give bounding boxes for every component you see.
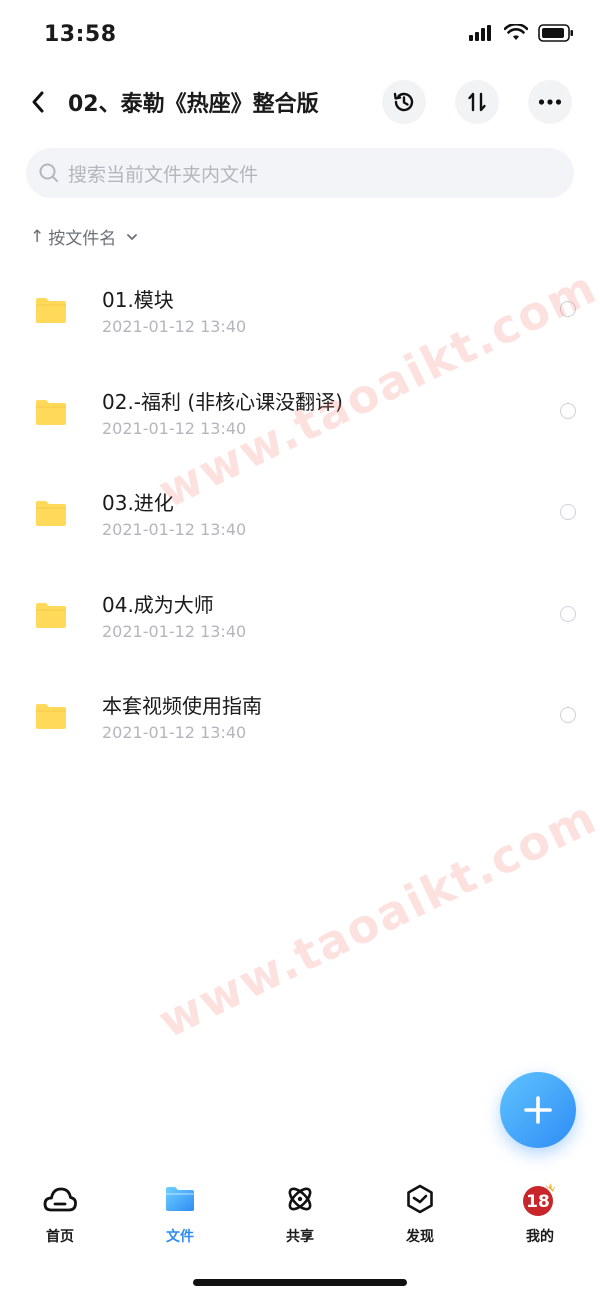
search-input[interactable]: 搜索当前文件夹内文件 xyxy=(26,148,574,198)
sort-button[interactable] xyxy=(455,80,499,124)
status-icons xyxy=(468,24,574,42)
tab-mine[interactable]: 18 我的 xyxy=(480,1180,600,1250)
tab-files[interactable]: 文件 xyxy=(120,1180,240,1250)
nav-bar: 02、泰勒《热座》整合版 xyxy=(0,78,600,126)
tab-share[interactable]: 共享 xyxy=(240,1180,360,1250)
folder-icon xyxy=(36,501,66,526)
home-indicator xyxy=(193,1279,407,1286)
cloud-icon xyxy=(43,1187,77,1212)
tab-label: 我的 xyxy=(526,1229,554,1245)
select-radio[interactable] xyxy=(560,707,576,723)
sort-selector[interactable]: ↑ 按文件名 xyxy=(30,224,138,249)
back-icon xyxy=(32,91,44,113)
file-name: 04.成为大师 xyxy=(102,592,214,617)
sort-icon xyxy=(468,92,486,112)
file-date: 2021-01-12 13:40 xyxy=(102,520,247,539)
svg-text:18: 18 xyxy=(526,1192,550,1212)
chevron-down-icon xyxy=(127,233,138,240)
search-placeholder: 搜索当前文件夹内文件 xyxy=(68,163,259,186)
folder-icon xyxy=(36,298,66,323)
folder-icon xyxy=(36,399,66,425)
list-item[interactable]: 03.进化 2021-01-12 13:40 xyxy=(0,459,600,561)
folder-icon xyxy=(166,1187,194,1211)
wifi-icon xyxy=(504,24,528,40)
page-title: 02、泰勒《热座》整合版 xyxy=(68,92,319,117)
file-name: 01.模块 xyxy=(102,288,174,312)
tab-label: 共享 xyxy=(286,1229,314,1245)
tab-label: 文件 xyxy=(166,1229,194,1245)
select-radio[interactable] xyxy=(560,402,576,419)
tab-label: 首页 xyxy=(46,1229,74,1245)
file-date: 2021-01-12 13:40 xyxy=(102,723,247,742)
plus-icon xyxy=(524,1096,552,1124)
status-bar: 13:58 xyxy=(0,0,600,70)
sort-label: 按文件名 xyxy=(48,229,117,249)
tab-home[interactable]: 首页 xyxy=(0,1180,120,1250)
back-button[interactable] xyxy=(20,82,56,122)
history-icon xyxy=(393,92,414,112)
file-name: 本套视频使用指南 xyxy=(102,694,262,718)
signal-icon xyxy=(469,25,491,41)
folder-icon xyxy=(36,602,66,628)
list-item[interactable]: 本套视频使用指南 2021-01-12 13:40 xyxy=(0,662,600,764)
avatar: 18 xyxy=(523,1183,555,1216)
discover-icon xyxy=(407,1184,433,1214)
select-radio[interactable] xyxy=(560,504,576,520)
watermark: www.taoaikt.com xyxy=(150,789,600,1049)
folder-icon xyxy=(36,704,66,729)
tab-bar: 首页 文件 共享 发现 18 我的 xyxy=(0,1180,600,1260)
share-orbit-icon xyxy=(288,1187,312,1211)
file-date: 2021-01-12 13:40 xyxy=(102,317,247,336)
more-icon xyxy=(538,99,562,105)
add-button[interactable] xyxy=(500,1072,576,1148)
more-button[interactable] xyxy=(528,80,572,124)
list-item[interactable]: 04.成为大师 2021-01-12 13:40 xyxy=(0,561,600,663)
tab-label: 发现 xyxy=(406,1229,434,1245)
arrow-up-icon: ↑ xyxy=(30,226,45,247)
status-time: 13:58 xyxy=(44,22,117,47)
history-button[interactable] xyxy=(382,80,426,124)
battery-icon xyxy=(538,24,573,42)
tab-discover[interactable]: 发现 xyxy=(360,1180,480,1250)
search-icon xyxy=(39,163,58,182)
file-date: 2021-01-12 13:40 xyxy=(102,621,247,641)
select-radio[interactable] xyxy=(560,605,576,622)
